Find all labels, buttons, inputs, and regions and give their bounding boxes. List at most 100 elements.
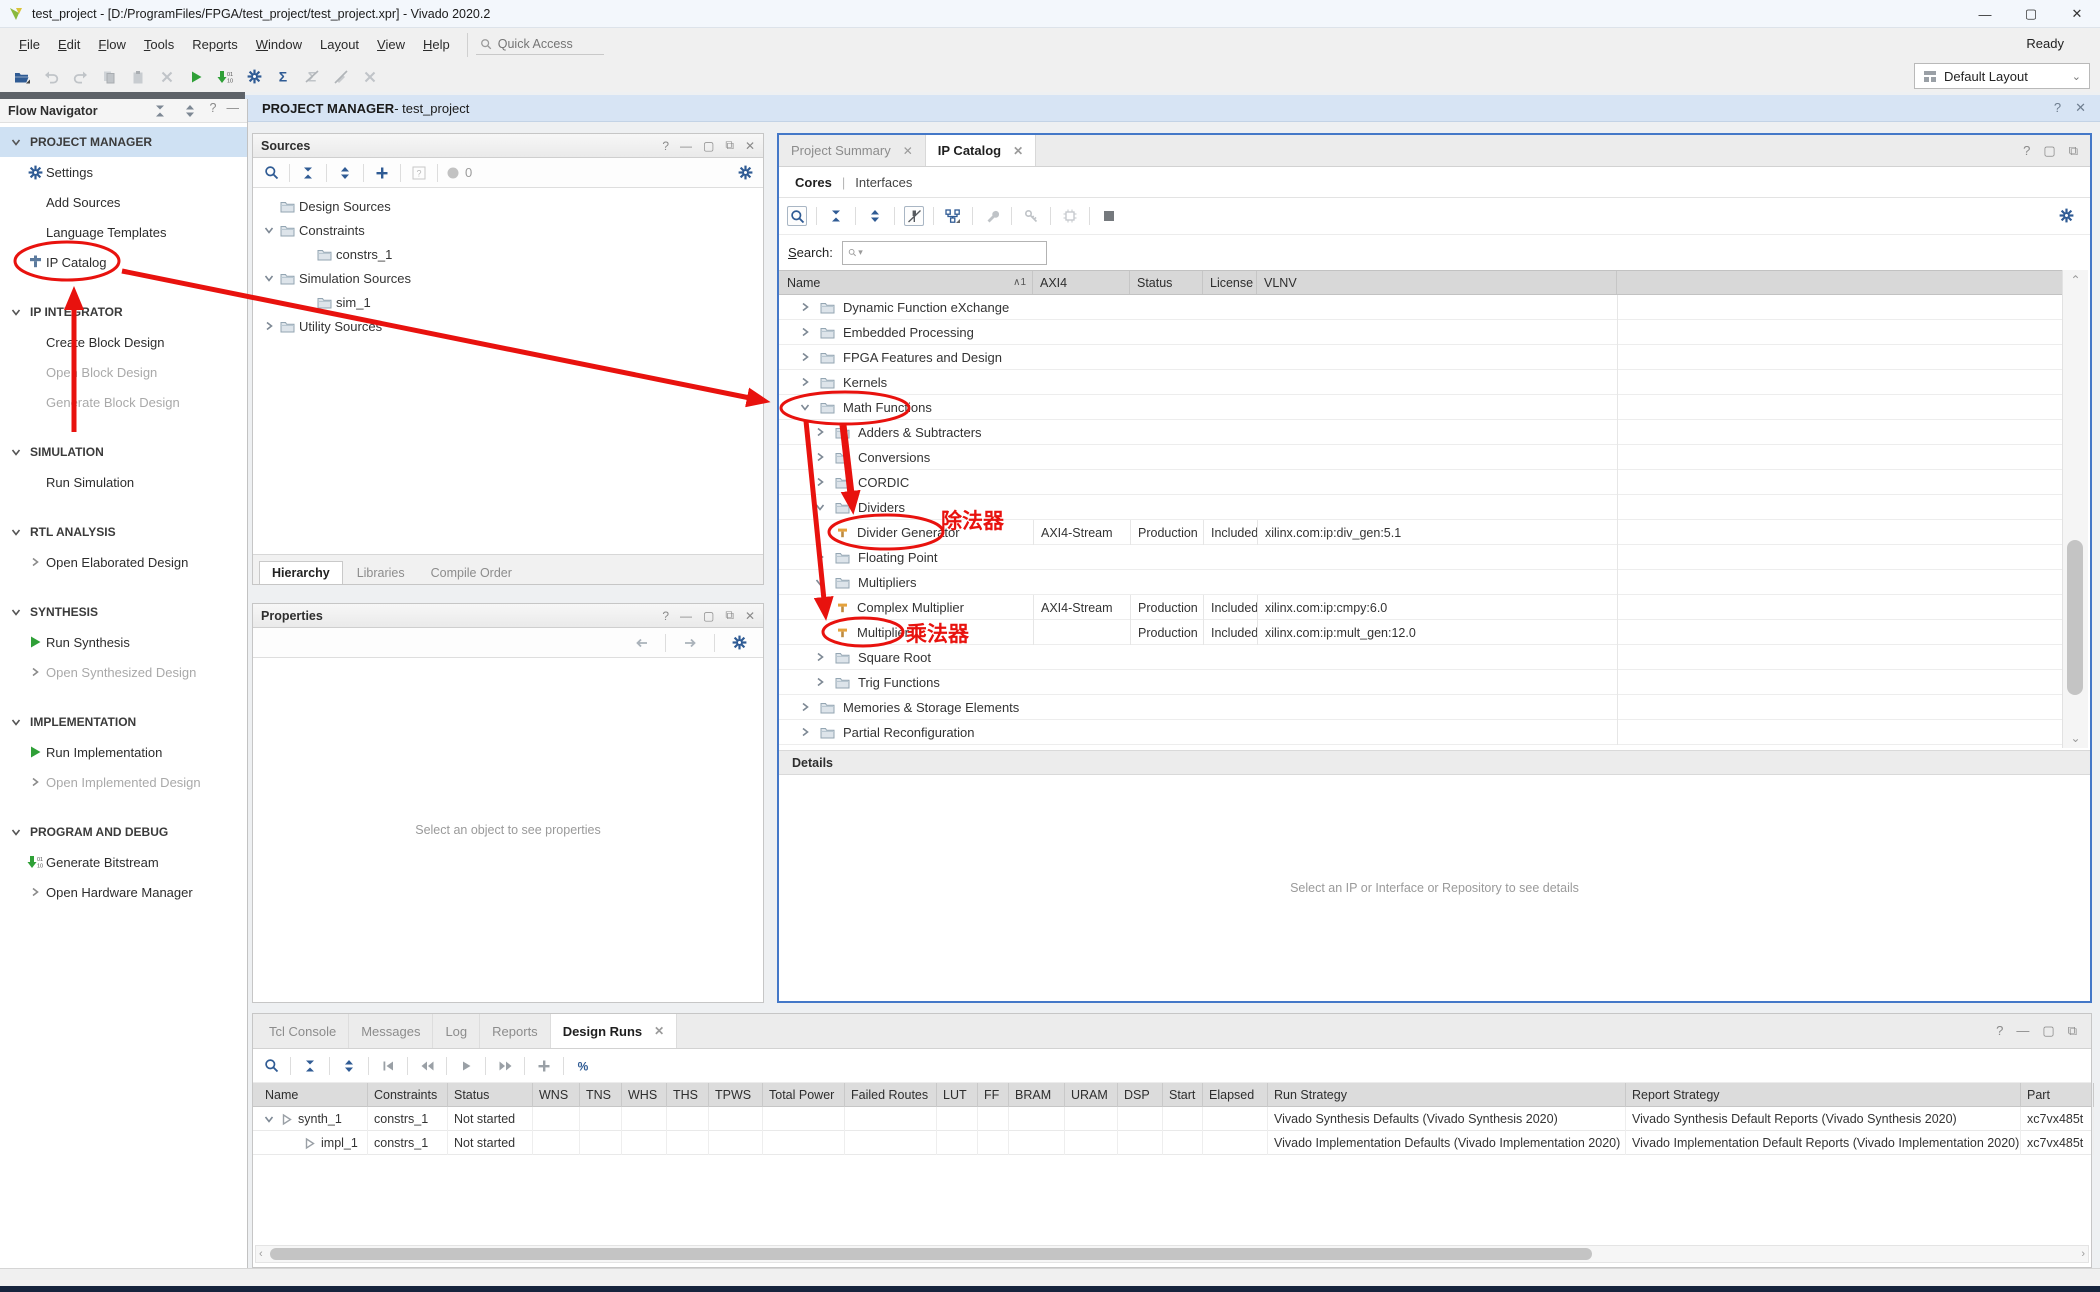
tab-log[interactable]: Log (433, 1014, 480, 1048)
vertical-scrollbar[interactable]: ⌃ ⌄ (2062, 270, 2088, 748)
menu-tools[interactable]: Tools (135, 33, 183, 56)
minimize-icon[interactable]: — (680, 609, 692, 623)
close-icon[interactable]: ✕ (745, 139, 755, 153)
runs-col-bram[interactable]: BRAM (1009, 1083, 1065, 1107)
flow-item-language-templates[interactable]: Language Templates (0, 217, 247, 247)
menu-flow[interactable]: Flow (89, 33, 134, 56)
runs-col-status[interactable]: Status (448, 1083, 533, 1107)
minimize-icon[interactable]: — (227, 101, 240, 121)
ip-row-embedded-processing[interactable]: Embedded Processing (779, 320, 2062, 345)
ip-row-complex-multiplier[interactable]: Complex MultiplierAXI4-StreamProductionI… (779, 595, 2062, 620)
run-button[interactable] (186, 67, 206, 87)
pin-filter-button[interactable] (904, 206, 924, 226)
flow-item-add-sources[interactable]: Add Sources (0, 187, 247, 217)
runs-col-name[interactable]: Name (259, 1083, 368, 1107)
tab-messages[interactable]: Messages (349, 1014, 433, 1048)
help-icon[interactable]: ? (662, 609, 669, 623)
report-button[interactable]: Σ (273, 67, 293, 87)
float-icon[interactable]: ⧉ (2068, 1023, 2077, 1039)
flow-item-open-implemented-design[interactable]: Open Implemented Design (0, 767, 247, 797)
maximize-icon[interactable]: ▢ (2042, 1023, 2054, 1039)
ip-col-axi4[interactable]: AXI4 (1033, 271, 1130, 294)
runs-col-constraints[interactable]: Constraints (368, 1083, 448, 1107)
add-sources-button[interactable] (372, 163, 392, 183)
close-icon[interactable]: ✕ (654, 1024, 664, 1038)
scroll-thumb[interactable] (2067, 540, 2083, 695)
flow-section-header-synthesis[interactable]: SYNTHESIS (0, 597, 247, 627)
runs-col-ff[interactable]: FF (978, 1083, 1009, 1107)
minimize-icon[interactable]: — (2016, 1023, 2029, 1039)
flow-section-header-simulation[interactable]: SIMULATION (0, 437, 247, 467)
horizontal-scrollbar[interactable]: ‹ › (255, 1245, 2089, 1263)
menu-view[interactable]: View (368, 33, 414, 56)
ip-row-dividers[interactable]: Dividers (779, 495, 2062, 520)
flow-section-header-program-and-debug[interactable]: PROGRAM AND DEBUG (0, 817, 247, 847)
menu-help[interactable]: Help (414, 33, 459, 56)
flow-item-run-synthesis[interactable]: Run Synthesis (0, 627, 247, 657)
scroll-left-icon[interactable]: ‹ (259, 1248, 263, 1260)
tab-hierarchy[interactable]: Hierarchy (259, 561, 343, 584)
collapse-all-button[interactable] (300, 1056, 320, 1076)
layout-selector[interactable]: Default Layout ⌄ (1914, 63, 2090, 89)
source-item-utility-sources[interactable]: Utility Sources (253, 314, 763, 338)
tab-project-summary[interactable]: Project Summary✕ (779, 135, 926, 166)
help-icon[interactable]: ? (2054, 100, 2061, 116)
collapse-all-button[interactable] (150, 101, 170, 121)
settings-gear-button[interactable] (735, 162, 755, 182)
ip-row-dynamic-function-exchange[interactable]: Dynamic Function eXchange (779, 295, 2062, 320)
ip-row-trig-functions[interactable]: Trig Functions (779, 670, 2062, 695)
run-row-impl-1[interactable]: impl_1constrs_1Not startedVivado Impleme… (253, 1131, 2091, 1155)
maximize-icon[interactable]: ▢ (2043, 143, 2055, 159)
flow-item-run-simulation[interactable]: Run Simulation (0, 467, 247, 497)
expand-all-button[interactable] (180, 101, 200, 121)
ip-row-square-root[interactable]: Square Root (779, 645, 2062, 670)
ip-search-input[interactable] (865, 244, 1046, 261)
search-button[interactable] (261, 163, 281, 183)
generate-bitstream-button[interactable]: 0110 (215, 67, 235, 87)
ip-row-floating-point[interactable]: Floating Point (779, 545, 2062, 570)
scroll-thumb[interactable] (270, 1248, 1592, 1260)
expand-all-button[interactable] (339, 1056, 359, 1076)
runs-col-elapsed[interactable]: Elapsed (1203, 1083, 1268, 1107)
menu-window[interactable]: Window (247, 33, 311, 56)
close-icon[interactable]: ✕ (745, 609, 755, 623)
runs-col-total-power[interactable]: Total Power (763, 1083, 845, 1107)
menu-reports[interactable]: Reports (183, 33, 247, 56)
runs-col-whs[interactable]: WHS (622, 1083, 667, 1107)
ip-row-adders-subtracters[interactable]: Adders & Subtracters (779, 420, 2062, 445)
source-item-simulation-sources[interactable]: Simulation Sources (253, 266, 763, 290)
collapse-all-button[interactable] (298, 163, 318, 183)
tab-libraries[interactable]: Libraries (345, 562, 417, 584)
flow-section-header-rtl-analysis[interactable]: RTL ANALYSIS (0, 517, 247, 547)
scroll-right-icon[interactable]: › (2081, 1248, 2085, 1260)
float-icon[interactable]: ⧉ (2069, 143, 2078, 159)
flow-section-header-project-manager[interactable]: PROJECT MANAGER (0, 127, 247, 157)
ip-row-kernels[interactable]: Kernels (779, 370, 2062, 395)
runs-col-run-strategy[interactable]: Run Strategy (1268, 1083, 1626, 1107)
ip-col-status[interactable]: Status (1130, 271, 1203, 294)
float-icon[interactable]: ⧉ (725, 138, 734, 153)
settings-gear-button[interactable] (2056, 206, 2076, 226)
maximize-button[interactable]: ▢ (2008, 0, 2054, 28)
ip-col-vlnv[interactable]: VLNV (1257, 271, 1617, 294)
runs-col-uram[interactable]: URAM (1065, 1083, 1118, 1107)
runs-col-lut[interactable]: LUT (937, 1083, 978, 1107)
runs-col-report-strategy[interactable]: Report Strategy (1626, 1083, 2021, 1107)
search-button[interactable] (787, 206, 807, 226)
ip-row-fpga-features-and-design[interactable]: FPGA Features and Design (779, 345, 2062, 370)
ip-row-memories-storage-elements[interactable]: Memories & Storage Elements (779, 695, 2062, 720)
runs-col-failed-routes[interactable]: Failed Routes (845, 1083, 937, 1107)
tab-interfaces[interactable]: Interfaces (855, 175, 912, 190)
minimize-button[interactable]: — (1962, 0, 2008, 28)
settings-gear-button[interactable] (729, 633, 749, 653)
ip-row-math-functions[interactable]: Math Functions (779, 395, 2062, 420)
close-button[interactable]: ✕ (2054, 0, 2100, 28)
quick-access-search[interactable] (476, 34, 604, 55)
ip-row-cordic[interactable]: CORDIC (779, 470, 2062, 495)
source-item-sim-1[interactable]: sim_1 (253, 290, 763, 314)
runs-col-dsp[interactable]: DSP (1118, 1083, 1163, 1107)
help-icon[interactable]: ? (662, 139, 669, 153)
quick-access-input[interactable] (496, 36, 596, 52)
scroll-up-icon[interactable]: ⌃ (2063, 273, 2088, 287)
close-icon[interactable]: ✕ (2075, 100, 2086, 116)
